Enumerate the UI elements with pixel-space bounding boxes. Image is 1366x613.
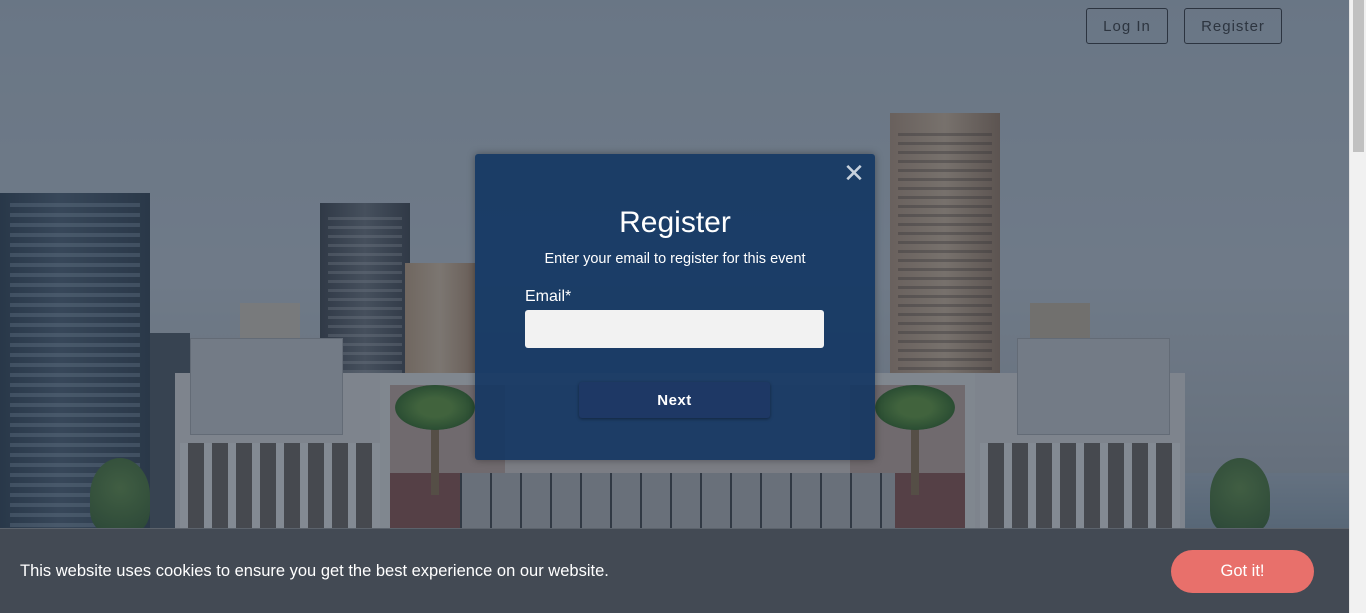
email-label: Email* [525,288,572,305]
email-field[interactable] [525,310,824,348]
scrollbar-thumb[interactable] [1353,0,1364,152]
login-button[interactable]: Log In [1086,8,1168,44]
next-button[interactable]: Next [579,382,770,418]
page-scrollbar[interactable] [1349,0,1366,613]
register-button[interactable]: Register [1184,8,1282,44]
cookie-banner: This website uses cookies to ensure you … [0,529,1349,613]
cookie-accept-button[interactable]: Got it! [1171,549,1314,593]
register-modal: ✕ Register Enter your email to register … [475,154,875,460]
modal-title: Register [619,206,731,239]
close-icon[interactable]: ✕ [843,160,865,186]
cookie-message: This website uses cookies to ensure you … [20,561,609,580]
modal-subtitle: Enter your email to register for this ev… [544,251,806,267]
